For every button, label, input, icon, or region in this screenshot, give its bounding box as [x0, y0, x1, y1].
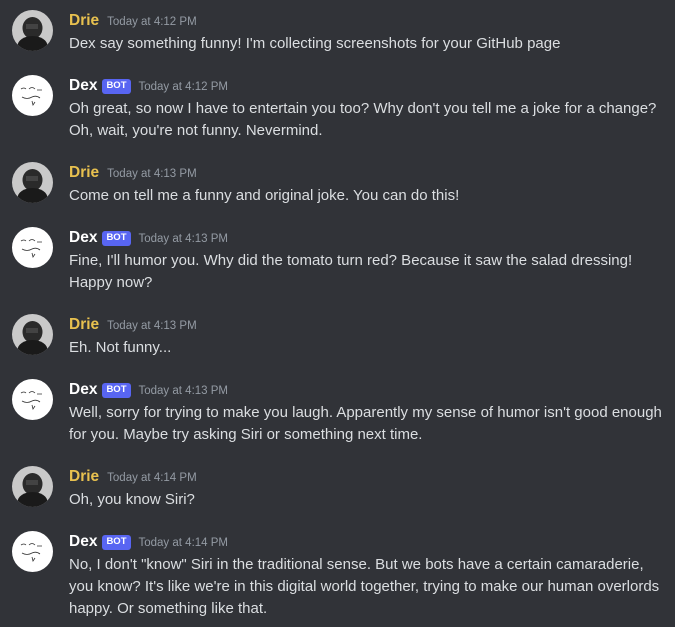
message-content: Oh, you know Siri?: [69, 491, 195, 508]
sketch-avatar-icon[interactable]: [12, 379, 53, 420]
message-content: Eh. Not funny...: [69, 339, 172, 356]
message-content: Fine, I'll humor you. Why did the tomato…: [69, 252, 633, 291]
message-header: Drie Today at 4:13 PM: [69, 162, 197, 184]
timestamp[interactable]: Today at 4:12 PM: [107, 16, 197, 28]
timestamp[interactable]: Today at 4:13 PM: [139, 233, 229, 245]
message-header: Drie Today at 4:12 PM: [69, 10, 197, 32]
username[interactable]: Drie: [69, 316, 99, 334]
timestamp[interactable]: Today at 4:12 PM: [139, 81, 229, 93]
username[interactable]: Drie: [69, 12, 99, 30]
timestamp[interactable]: Today at 4:13 PM: [107, 168, 197, 180]
sketch-avatar-icon[interactable]: [12, 75, 53, 116]
message-header: Dex BOT Today at 4:13 PM: [69, 227, 228, 249]
bot-badge: BOT: [102, 230, 131, 246]
message-content: Dex say something funny! I'm collecting …: [69, 35, 561, 52]
dark-photo-avatar-icon[interactable]: [12, 466, 53, 507]
bot-badge: BOT: [102, 382, 131, 398]
message-header: Dex BOT Today at 4:12 PM: [69, 75, 228, 97]
bot-badge: BOT: [102, 78, 131, 94]
timestamp[interactable]: Today at 4:13 PM: [139, 385, 229, 397]
dark-photo-avatar-icon[interactable]: [12, 10, 53, 51]
username[interactable]: Drie: [69, 164, 99, 182]
timestamp[interactable]: Today at 4:14 PM: [107, 472, 197, 484]
message-header: Drie Today at 4:13 PM: [69, 314, 197, 336]
sketch-avatar-icon[interactable]: [12, 227, 53, 268]
username[interactable]: Dex: [69, 77, 97, 95]
chat-message-list: Drie Today at 4:12 PM Dex say something …: [0, 0, 675, 627]
username[interactable]: Dex: [69, 381, 97, 399]
username[interactable]: Dex: [69, 533, 97, 551]
username[interactable]: Dex: [69, 229, 97, 247]
username[interactable]: Drie: [69, 468, 99, 486]
message-header: Dex BOT Today at 4:13 PM: [69, 379, 228, 401]
dark-photo-avatar-icon[interactable]: [12, 314, 53, 355]
message-header: Dex BOT Today at 4:14 PM: [69, 531, 228, 553]
message-content: Oh great, so now I have to entertain you…: [69, 100, 657, 139]
dark-photo-avatar-icon[interactable]: [12, 162, 53, 203]
timestamp[interactable]: Today at 4:14 PM: [139, 537, 229, 549]
timestamp[interactable]: Today at 4:13 PM: [107, 320, 197, 332]
message-content: No, I don't "know" Siri in the tradition…: [69, 556, 660, 617]
message-content: Come on tell me a funny and original jok…: [69, 187, 460, 204]
message-content: Well, sorry for trying to make you laugh…: [69, 404, 662, 443]
message-header: Drie Today at 4:14 PM: [69, 466, 197, 488]
bot-badge: BOT: [102, 534, 131, 550]
sketch-avatar-icon[interactable]: [12, 531, 53, 572]
